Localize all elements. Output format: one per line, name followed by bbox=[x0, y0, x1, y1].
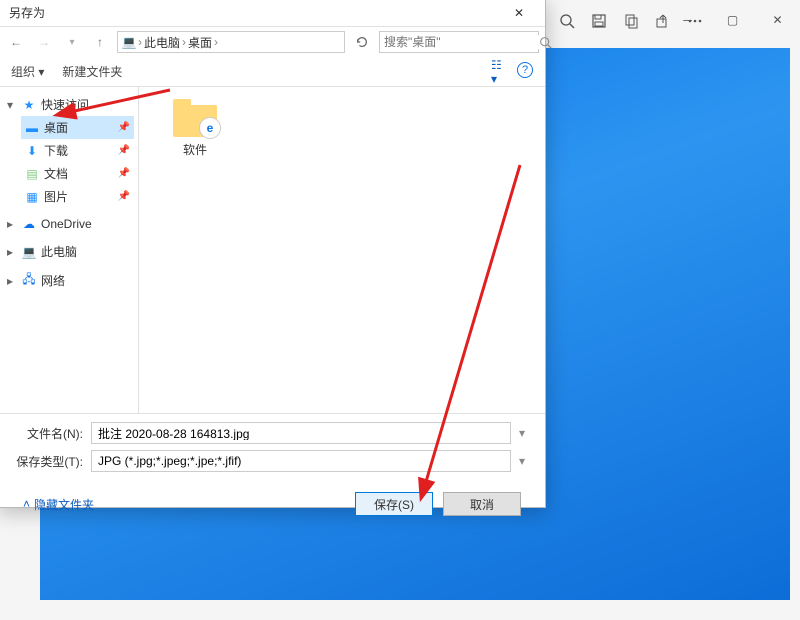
crumb-desktop[interactable]: 桌面 bbox=[188, 34, 212, 51]
dialog-footer: ˄ 隐藏文件夹 保存(S) 取消 bbox=[11, 492, 533, 516]
edge-badge-icon: e bbox=[199, 117, 221, 139]
pin-icon: 📌 bbox=[118, 191, 130, 202]
help-button[interactable]: ? bbox=[517, 62, 533, 78]
body-area: ▾ ★ 快速访问 ▬ 桌面 📌 ⬇ 下载 📌 bbox=[0, 87, 545, 413]
tree-quick-access[interactable]: ▾ ★ 快速访问 bbox=[3, 93, 134, 116]
expander-icon[interactable]: ▾ bbox=[7, 98, 17, 112]
crumb-this-pc[interactable]: 此电脑 bbox=[144, 34, 180, 51]
tree-label: 此电脑 bbox=[41, 243, 77, 260]
folder-label: 软件 bbox=[183, 141, 207, 158]
filetype-value: JPG (*.jpg;*.jpeg;*.jpe;*.jfif) bbox=[98, 454, 241, 468]
pin-icon: 📌 bbox=[118, 145, 130, 156]
file-pane[interactable]: e 软件 bbox=[139, 87, 545, 413]
back-button[interactable]: ← bbox=[5, 31, 27, 53]
tree-label: 桌面 bbox=[44, 119, 68, 136]
close-button[interactable]: ✕ bbox=[499, 2, 539, 24]
network-icon: 🖧 bbox=[22, 274, 36, 288]
filetype-label: 保存类型(T): bbox=[11, 453, 83, 470]
pc-icon: 💻 bbox=[22, 245, 36, 259]
search-icon[interactable] bbox=[539, 36, 552, 49]
nav-tree: ▾ ★ 快速访问 ▬ 桌面 📌 ⬇ 下载 📌 bbox=[0, 87, 139, 413]
expander-icon[interactable]: ▸ bbox=[7, 274, 17, 288]
tree-label: 图片 bbox=[44, 188, 68, 205]
filename-field[interactable] bbox=[91, 422, 511, 444]
downloads-icon: ⬇ bbox=[25, 144, 39, 158]
save-button[interactable]: 保存(S) bbox=[355, 492, 433, 516]
filename-input[interactable] bbox=[98, 426, 504, 440]
dialog-titlebar: 另存为 ✕ bbox=[0, 0, 545, 27]
tree-item-desktop[interactable]: ▬ 桌面 📌 bbox=[21, 116, 134, 139]
dropdown-icon[interactable]: ▾ bbox=[519, 426, 533, 440]
cloud-icon: ☁ bbox=[22, 217, 36, 231]
tree-onedrive[interactable]: ▸ ☁ OneDrive bbox=[3, 214, 134, 234]
nav-row: ← → ▾ ↑ 💻 › 此电脑 › 桌面 › bbox=[0, 27, 545, 57]
up-button[interactable]: ↑ bbox=[89, 31, 111, 53]
tree-label: 文档 bbox=[44, 165, 68, 182]
documents-icon: ▤ bbox=[25, 167, 39, 181]
expander-icon[interactable]: ▸ bbox=[7, 245, 17, 259]
filename-row: 文件名(N): ▾ bbox=[11, 422, 533, 444]
viewer-toolbar bbox=[552, 6, 710, 36]
search-input[interactable] bbox=[384, 35, 539, 49]
tree-item-downloads[interactable]: ⬇ 下载 📌 bbox=[21, 139, 134, 162]
hide-folders-label: 隐藏文件夹 bbox=[34, 496, 94, 513]
pc-icon: 💻 bbox=[122, 35, 136, 49]
folder-item[interactable]: e 软件 bbox=[155, 97, 235, 158]
pin-icon: 📌 bbox=[118, 168, 130, 179]
more-icon[interactable] bbox=[680, 6, 710, 36]
share-icon[interactable] bbox=[648, 6, 678, 36]
copy-icon[interactable] bbox=[616, 6, 646, 36]
tree-item-documents[interactable]: ▤ 文档 📌 bbox=[21, 162, 134, 185]
toolbar-row: 组织 ▾ 新建文件夹 ☷ ▾ ? bbox=[0, 57, 545, 87]
view-options-button[interactable]: ☷ ▾ bbox=[491, 62, 511, 82]
hide-folders-link[interactable]: ˄ 隐藏文件夹 bbox=[23, 496, 94, 513]
organize-button[interactable]: 组织 ▾ bbox=[11, 63, 44, 80]
tree-this-pc[interactable]: ▸ 💻 此电脑 bbox=[3, 240, 134, 263]
pictures-icon: ▦ bbox=[25, 190, 39, 204]
filename-label: 文件名(N): bbox=[11, 425, 83, 442]
bottom-fields: 文件名(N): ▾ 保存类型(T): JPG (*.jpg;*.jpeg;*.j… bbox=[0, 413, 545, 522]
tree-network[interactable]: ▸ 🖧 网络 bbox=[3, 269, 134, 292]
filetype-row: 保存类型(T): JPG (*.jpg;*.jpeg;*.jpe;*.jfif)… bbox=[11, 450, 533, 472]
folder-icon: e bbox=[171, 97, 219, 137]
viewer-close-button[interactable]: ✕ bbox=[755, 5, 800, 35]
zoom-icon[interactable] bbox=[552, 6, 582, 36]
chevron-up-icon: ˄ bbox=[23, 497, 30, 511]
save-as-dialog: 另存为 ✕ ← → ▾ ↑ 💻 › 此电脑 › 桌面 › 组织 ▾ 新建文件夹 … bbox=[0, 0, 546, 508]
pin-icon: 📌 bbox=[118, 122, 130, 133]
tree-label: OneDrive bbox=[41, 217, 92, 231]
tree-label: 快速访问 bbox=[41, 96, 89, 113]
desktop-icon: ▬ bbox=[25, 121, 39, 135]
cancel-button[interactable]: 取消 bbox=[443, 492, 521, 516]
dialog-title: 另存为 bbox=[9, 4, 45, 21]
maximize-button[interactable]: ▢ bbox=[710, 5, 755, 35]
expander-icon[interactable]: ▸ bbox=[7, 217, 17, 231]
tree-item-pictures[interactable]: ▦ 图片 📌 bbox=[21, 185, 134, 208]
star-icon: ★ bbox=[22, 98, 36, 112]
save-icon[interactable] bbox=[584, 6, 614, 36]
new-folder-button[interactable]: 新建文件夹 bbox=[62, 63, 122, 80]
breadcrumb[interactable]: 💻 › 此电脑 › 桌面 › bbox=[117, 31, 345, 53]
dropdown-icon[interactable]: ▾ bbox=[519, 454, 533, 468]
search-box[interactable] bbox=[379, 31, 539, 53]
tree-label: 下载 bbox=[44, 142, 68, 159]
tree-label: 网络 bbox=[41, 272, 65, 289]
recent-dropdown[interactable]: ▾ bbox=[61, 31, 83, 53]
refresh-button[interactable] bbox=[351, 31, 373, 53]
forward-button[interactable]: → bbox=[33, 31, 55, 53]
filetype-field[interactable]: JPG (*.jpg;*.jpeg;*.jpe;*.jfif) bbox=[91, 450, 511, 472]
